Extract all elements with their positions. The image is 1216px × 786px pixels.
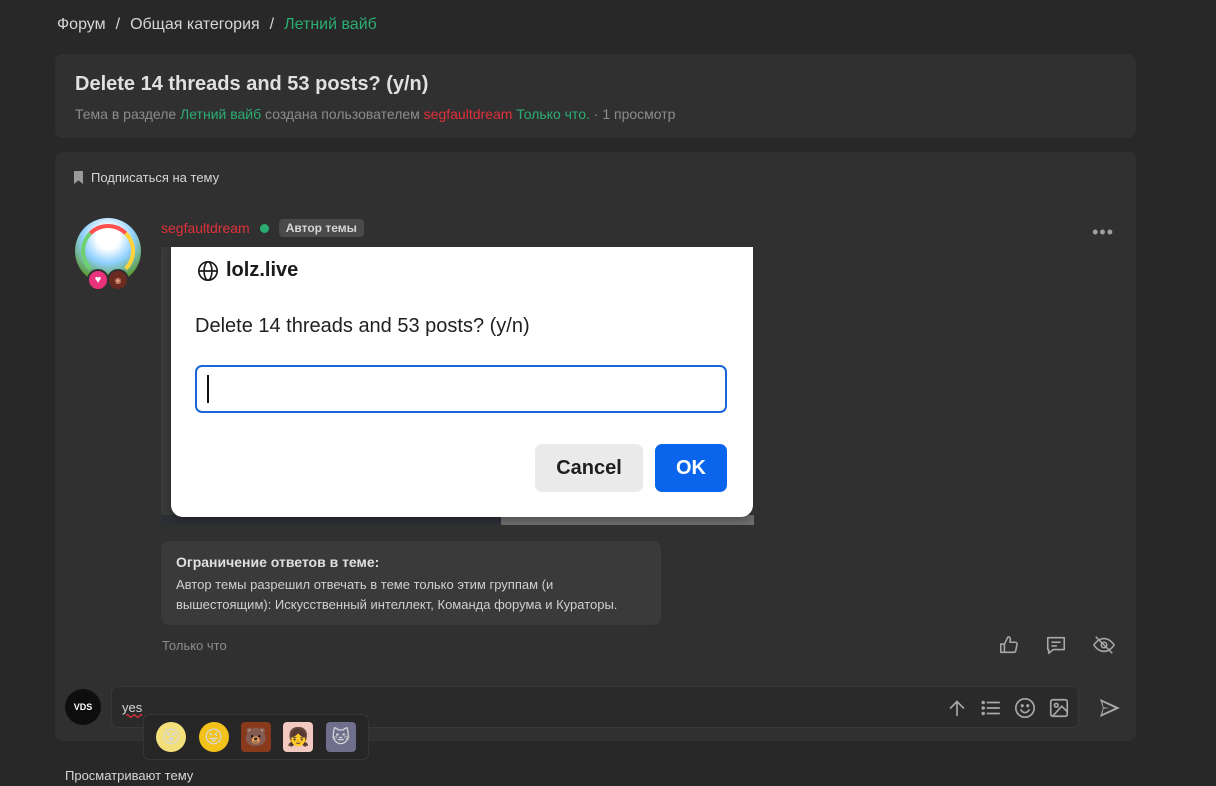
breadcrumb: Форум / Общая категория / Летний вайб (57, 16, 377, 34)
breadcrumb-forum-link[interactable]: Форум (57, 16, 106, 34)
thread-header: Delete 14 threads and 53 posts? (y/n) Те… (55, 54, 1136, 138)
post-actions (998, 634, 1116, 656)
avatar-rainbow (81, 224, 135, 278)
post-time-link[interactable]: Только что (162, 638, 227, 653)
author-name-link[interactable]: segfaultdream (161, 220, 250, 236)
thread-body: Подписаться на тему ♥ ◉ segfaultdream Ав… (55, 152, 1136, 741)
meta-views: · 1 просмотр (593, 106, 676, 122)
dialog-site: lolz.live (197, 259, 298, 282)
reply-toolbar (946, 697, 1070, 719)
globe-icon (197, 260, 219, 282)
author-row: segfaultdream Автор темы (161, 219, 364, 237)
current-user-avatar[interactable]: VDS (65, 689, 101, 725)
meta-section-link[interactable]: Летний вайб (180, 106, 261, 122)
breadcrumb-current-link[interactable]: Летний вайб (284, 16, 377, 34)
viewers-label: Просматривают тему (65, 768, 194, 783)
bookmark-icon (74, 171, 83, 184)
post-image: lolz.live Delete 14 threads and 53 posts… (161, 247, 754, 525)
reply-comment-icon[interactable] (1045, 634, 1067, 656)
emoji-cat-girl-sticker[interactable]: 🐱 (325, 722, 356, 752)
dialog-site-label: lolz.live (226, 259, 299, 281)
breadcrumb-category-link[interactable]: Общая категория (130, 16, 260, 34)
emoji-smile-icon[interactable] (1014, 697, 1036, 719)
like-icon[interactable] (998, 634, 1020, 656)
subscribe-button[interactable]: Подписаться на тему (74, 170, 219, 185)
emoji-suggestion-popup: 😵 😜 🐻 👧 🐱 (143, 714, 369, 760)
online-status-icon (259, 223, 269, 233)
meta-time-link[interactable]: Только что. (516, 106, 590, 122)
send-icon[interactable] (1098, 696, 1122, 725)
reply-text: yes (122, 700, 143, 715)
prompt-dialog: lolz.live Delete 14 threads and 53 posts… (171, 247, 753, 517)
thread-title: Delete 14 threads and 53 posts? (y/n) (75, 73, 429, 95)
author-badge: Автор темы (278, 219, 364, 237)
cancel-button[interactable]: Cancel (535, 444, 643, 492)
hide-eye-icon[interactable] (1092, 634, 1116, 656)
emoji-bear-sticker[interactable]: 🐻 (240, 722, 271, 752)
breadcrumb-separator: / (115, 16, 121, 33)
meta-created-by: создана пользователем (265, 106, 420, 122)
emoji-anime-girl-sticker[interactable]: 👧 (283, 722, 314, 752)
image-upload-icon[interactable] (1048, 697, 1070, 719)
restriction-text: Автор темы разрешил отвечать в теме толь… (176, 577, 618, 612)
meta-author-link[interactable]: segfaultdream (424, 106, 513, 122)
list-icon[interactable] (980, 697, 1002, 719)
emoji-dizzy-face[interactable]: 😵 (156, 722, 187, 752)
ok-button[interactable]: OK (655, 444, 727, 492)
arrow-up-icon[interactable] (946, 697, 968, 719)
group-badge-icon: ◉ (107, 269, 129, 291)
dialog-prompt-input[interactable] (195, 365, 727, 413)
text-caret (207, 375, 209, 403)
restriction-title: Ограничение ответов в теме: (176, 554, 380, 570)
breadcrumb-separator: / (269, 16, 275, 33)
emoji-winking-tongue[interactable]: 😜 (198, 722, 229, 752)
dialog-message: Delete 14 threads and 53 posts? (y/n) (195, 315, 530, 337)
thread-meta: Тема в разделе Летний вайб создана польз… (75, 106, 1116, 122)
subscribe-label: Подписаться на тему (91, 170, 220, 185)
more-options-icon[interactable]: ••• (1092, 222, 1114, 243)
reply-restriction-notice: Ограничение ответов в теме: Автор темы р… (161, 541, 661, 625)
meta-prefix: Тема в разделе (75, 106, 177, 122)
heart-badge-icon: ♥ (87, 269, 109, 291)
